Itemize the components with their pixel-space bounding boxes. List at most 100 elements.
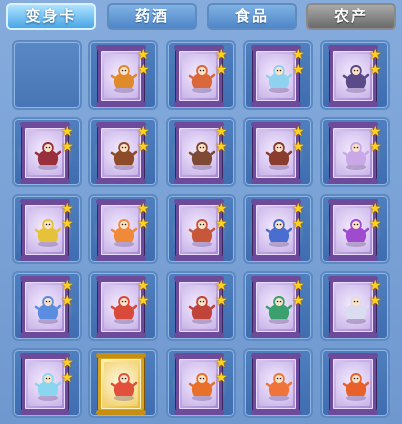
card-face bbox=[28, 285, 62, 329]
star-icon: ★ bbox=[292, 139, 305, 155]
star-icon: ★ bbox=[369, 293, 382, 309]
star-icon: ★ bbox=[61, 124, 74, 140]
card-scroll-bottom bbox=[328, 333, 378, 338]
inventory-slot[interactable]: ★ ★ bbox=[166, 348, 236, 418]
star-rating: ★ ★ bbox=[137, 279, 151, 309]
inventory-slot[interactable]: ★ ★ bbox=[12, 194, 82, 264]
star-icon: ★ bbox=[292, 278, 305, 294]
card-scroll-bottom bbox=[174, 410, 224, 415]
star-icon: ★ bbox=[215, 201, 228, 217]
inventory-slot[interactable]: ★ ★ bbox=[320, 40, 390, 110]
rider-on-beast-icon bbox=[188, 139, 216, 171]
card-scroll-bottom bbox=[96, 179, 146, 184]
tab-transform-card[interactable]: 变身卡 bbox=[6, 3, 96, 30]
card-face bbox=[259, 208, 293, 252]
star-rating: ★ ★ bbox=[292, 48, 306, 78]
inventory-slot[interactable]: ★ ★ bbox=[166, 117, 236, 187]
star-icon: ★ bbox=[292, 47, 305, 63]
star-rating: ★ ★ bbox=[369, 279, 383, 309]
inventory-slot[interactable]: ★ ★ bbox=[166, 271, 236, 341]
star-icon: ★ bbox=[292, 216, 305, 232]
inventory-slot[interactable]: ★ ★ bbox=[243, 271, 313, 341]
empty-slot[interactable] bbox=[12, 40, 82, 110]
star-rating: ★ ★ bbox=[215, 48, 229, 78]
inventory-slot[interactable]: ★ ★ bbox=[243, 194, 313, 264]
inventory-slot[interactable]: ★ ★ bbox=[166, 40, 236, 110]
card-scroll-bottom bbox=[20, 256, 70, 261]
star-rating: ★ ★ bbox=[61, 356, 75, 386]
card-face bbox=[28, 208, 62, 252]
card-scroll-bottom bbox=[20, 179, 70, 184]
star-rating: ★ ★ bbox=[215, 202, 229, 232]
inventory-slot[interactable]: ★ ★ bbox=[320, 117, 390, 187]
card-face bbox=[259, 131, 293, 175]
transform-card bbox=[328, 353, 378, 415]
card-scroll-bottom bbox=[251, 179, 301, 184]
star-icon: ★ bbox=[369, 139, 382, 155]
purple-bird-icon bbox=[342, 216, 370, 248]
inventory-slot[interactable]: ★ ★ bbox=[88, 194, 158, 264]
star-icon: ★ bbox=[137, 293, 150, 309]
star-rating: ★ ★ bbox=[215, 125, 229, 155]
blue-dragon-icon bbox=[34, 293, 62, 325]
star-icon: ★ bbox=[61, 139, 74, 155]
inventory-slot[interactable]: ★ ★ bbox=[12, 117, 82, 187]
category-tabs: 变身卡 药酒 食品 农产 bbox=[0, 0, 402, 36]
star-icon: ★ bbox=[137, 216, 150, 232]
golden-dragon-icon bbox=[34, 216, 62, 248]
star-icon: ★ bbox=[137, 278, 150, 294]
star-icon: ★ bbox=[215, 139, 228, 155]
star-rating: ★ ★ bbox=[137, 125, 151, 155]
inventory-slot[interactable]: ★ ★ bbox=[12, 348, 82, 418]
star-icon: ★ bbox=[215, 293, 228, 309]
card-scroll-bottom bbox=[251, 333, 301, 338]
star-rating: ★ ★ bbox=[369, 202, 383, 232]
rider-on-beast-icon bbox=[110, 139, 138, 171]
star-icon: ★ bbox=[61, 370, 74, 386]
card-face bbox=[336, 362, 370, 406]
inventory-slot[interactable]: ★ ★ bbox=[320, 194, 390, 264]
mage-warrior-icon bbox=[342, 139, 370, 171]
inventory-slot[interactable]: ★ ★ bbox=[88, 117, 158, 187]
demon-general-icon bbox=[34, 139, 62, 171]
star-icon: ★ bbox=[215, 370, 228, 386]
card-face bbox=[259, 362, 293, 406]
card-face bbox=[336, 285, 370, 329]
star-icon: ★ bbox=[215, 216, 228, 232]
card-scroll-bottom bbox=[96, 333, 146, 338]
star-icon: ★ bbox=[137, 201, 150, 217]
transform-card bbox=[96, 353, 146, 415]
card-scroll-bottom bbox=[174, 179, 224, 184]
star-rating: ★ ★ bbox=[292, 202, 306, 232]
tab-farm-produce[interactable]: 农产 bbox=[306, 3, 396, 30]
inventory-slot[interactable]: ★ ★ bbox=[88, 40, 158, 110]
inventory-slot[interactable] bbox=[88, 348, 158, 418]
card-face bbox=[182, 362, 216, 406]
card-scroll-bottom bbox=[251, 102, 301, 107]
star-rating: ★ ★ bbox=[369, 48, 383, 78]
inventory-slot[interactable]: ★ ★ bbox=[243, 117, 313, 187]
inventory-slot[interactable]: ★ ★ bbox=[88, 271, 158, 341]
star-icon: ★ bbox=[137, 124, 150, 140]
card-face bbox=[336, 131, 370, 175]
card-scroll-bottom bbox=[20, 333, 70, 338]
card-scroll-bottom bbox=[96, 102, 146, 107]
star-icon: ★ bbox=[61, 201, 74, 217]
inventory-slot[interactable] bbox=[243, 348, 313, 418]
card-scroll-bottom bbox=[328, 410, 378, 415]
card-face bbox=[182, 285, 216, 329]
star-icon: ★ bbox=[292, 201, 305, 217]
tab-food[interactable]: 食品 bbox=[207, 3, 297, 30]
card-scroll-top bbox=[96, 353, 146, 358]
inventory-slot[interactable]: ★ ★ bbox=[12, 271, 82, 341]
flame-warrior-icon bbox=[188, 370, 216, 402]
card-face bbox=[182, 54, 216, 98]
card-scroll-bottom bbox=[328, 179, 378, 184]
tab-medicine-wine[interactable]: 药酒 bbox=[107, 3, 197, 30]
inventory-slot[interactable]: ★ ★ bbox=[166, 194, 236, 264]
star-icon: ★ bbox=[215, 124, 228, 140]
inventory-slot[interactable] bbox=[320, 348, 390, 418]
inventory-slot[interactable]: ★ ★ bbox=[243, 40, 313, 110]
rider-on-beast-icon bbox=[265, 139, 293, 171]
inventory-slot[interactable]: ★ ★ bbox=[320, 271, 390, 341]
